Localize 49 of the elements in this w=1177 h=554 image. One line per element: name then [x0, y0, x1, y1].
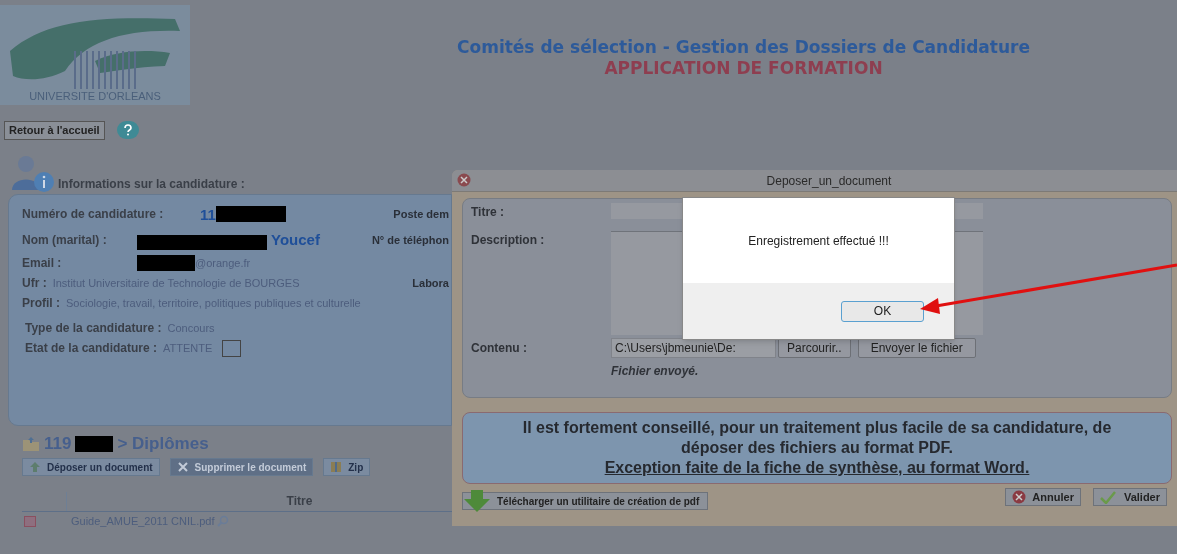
field-label: Labora — [412, 275, 449, 291]
redaction-bar — [215, 206, 286, 222]
page-subtitle: APPLICATION DE FORMATION — [604, 58, 883, 78]
field-label: Email : — [22, 255, 63, 272]
notice-text: Il est fortement conseillé, pour un traitement plus facile de sa candidature, de déposer des fichiers au format PDF. — [521, 418, 1113, 458]
column-header[interactable]: Titre — [67, 492, 452, 511]
upload-status: Fichier envoyé. — [611, 363, 700, 380]
field-label: Titre : — [471, 204, 506, 221]
cancel-button[interactable]: Annuler — [1005, 488, 1081, 506]
cancel-icon — [1012, 490, 1027, 504]
alert-message: Enregistrement effectué !!! — [748, 232, 889, 250]
user-info-icon — [10, 154, 56, 194]
checkbox[interactable] — [222, 339, 242, 357]
delete-icon — [176, 461, 189, 473]
redaction-bar — [75, 436, 114, 452]
page-title: Comités de sélection - Gestion des Dossiers de Candidature — [457, 36, 1030, 58]
pdf-icon — [24, 515, 36, 527]
field-label: Profil : — [22, 295, 61, 312]
help-icon[interactable] — [116, 121, 139, 139]
field-label: Contenu : — [471, 340, 528, 357]
field-label: Ufr : — [22, 275, 48, 292]
section-heading: Informations sur la candidature : — [58, 176, 245, 193]
field-label: Type de la candidature : — [25, 320, 163, 337]
field-label: Poste dem — [393, 206, 449, 222]
toolbar-button[interactable]: Zip — [323, 458, 371, 476]
field-value: Youcef — [271, 229, 320, 250]
field-label: Numéro de candidature : — [22, 206, 165, 223]
field-label: Nom (marital) : — [22, 232, 108, 249]
submit-button[interactable]: Valider — [1092, 488, 1167, 506]
dialog-title: Deposer_un_document — [766, 172, 892, 190]
download-arrow-icon — [463, 490, 491, 512]
field-label: Etat de la candidature : — [25, 340, 159, 357]
field-label: Description : — [471, 232, 546, 249]
archive-icon — [330, 461, 343, 473]
check-icon — [1099, 490, 1116, 504]
close-icon[interactable] — [457, 173, 471, 187]
notice-text: Exception faite de la fiche de synthèse, au format Word. — [604, 458, 1030, 478]
download-button[interactable]: Télécharger un utilitaire de création de pdf — [462, 492, 709, 510]
browse-button[interactable]: Parcourir.. — [778, 338, 851, 358]
home-button[interactable]: Retour à l'accueil — [4, 120, 105, 140]
redaction-bar — [137, 255, 195, 271]
field-label: N° de téléphon — [371, 232, 449, 248]
folder-icon — [22, 436, 40, 452]
file-path-field[interactable]: C:\Users\jbmeunie\De: — [611, 338, 776, 358]
toolbar-button[interactable]: Déposer un document — [22, 458, 160, 476]
ok-button[interactable]: OK — [841, 300, 924, 322]
upload-button[interactable]: Envoyer le fichier — [857, 338, 976, 358]
field-value: 11 — [200, 205, 216, 226]
upload-icon — [29, 461, 41, 473]
